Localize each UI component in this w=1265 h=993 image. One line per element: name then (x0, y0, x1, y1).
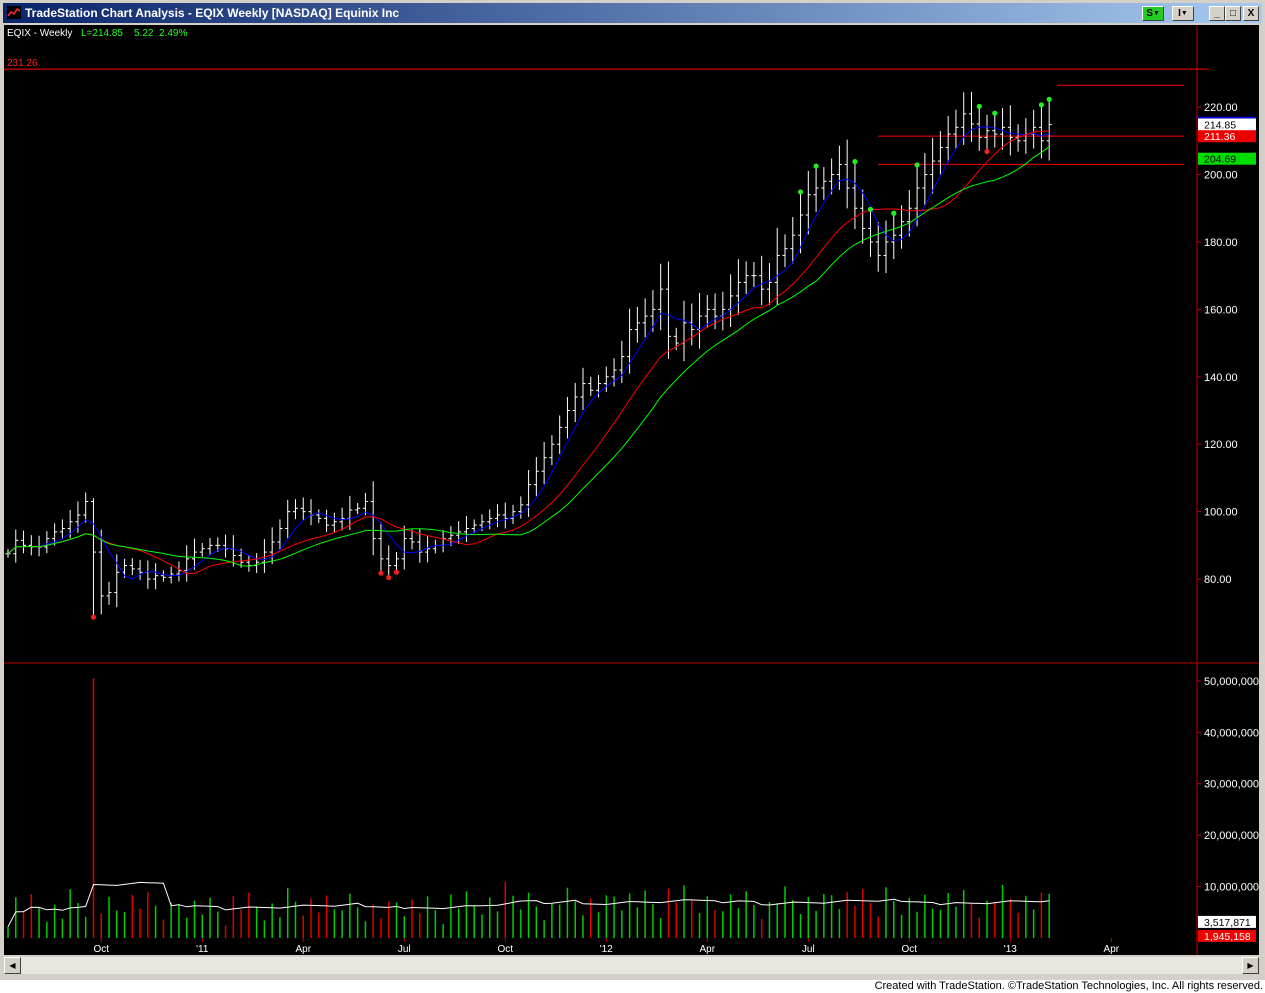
close-button[interactable]: X (1243, 6, 1259, 21)
top-line-label: 231.26 (7, 58, 38, 69)
copyright-footer: Created with TradeStation. ©TradeStation… (874, 980, 1263, 992)
x-axis-label: '11 (196, 944, 209, 955)
price-tick-label: 100.00 (1204, 507, 1238, 519)
volume-average-label: 3,517,871 (1204, 917, 1251, 929)
x-axis-label: Apr (1104, 944, 1120, 955)
swing-low-dot (984, 148, 990, 155)
x-axis-label: Apr (700, 944, 716, 955)
x-axis-label: Oct (93, 944, 109, 955)
volume-tick-label: 40,000,000 (1204, 727, 1259, 739)
swing-high-dot (813, 163, 819, 169)
i-button[interactable]: I ▼ (1172, 6, 1194, 21)
change-label: 5.22 (134, 28, 154, 39)
minimize-icon: _ (1214, 8, 1220, 19)
x-axis-label: Jul (398, 944, 411, 955)
x-axis-label: '13 (1004, 944, 1017, 955)
title-bar[interactable]: TradeStation Chart Analysis - EQIX Weekl… (3, 3, 1262, 23)
swing-high-dot (1038, 102, 1045, 108)
last-price-label: L=214.85 (81, 28, 123, 39)
swing-high-dot (852, 159, 858, 165)
minimize-button[interactable]: _ (1209, 6, 1225, 21)
horizontal-scrollbar[interactable]: ◀ ▶ (4, 957, 1259, 974)
x-axis-label: Jul (802, 944, 815, 955)
price-tick-label: 140.00 (1204, 372, 1238, 384)
x-axis-label: '12 (600, 944, 613, 955)
scroll-left-icon[interactable]: ◀ (4, 957, 21, 974)
price-tick-label: 180.00 (1204, 237, 1238, 249)
swing-high-dot (867, 206, 874, 212)
s-button-label: S (1146, 8, 1153, 19)
symbol-label: EQIX - Weekly (7, 28, 72, 39)
close-icon: X (1247, 8, 1255, 19)
x-axis-label: Oct (902, 944, 918, 955)
swing-high-dot (992, 110, 998, 116)
volume-tick-label: 20,000,000 (1204, 830, 1259, 842)
maximize-icon: □ (1229, 8, 1237, 19)
x-axis-label: Apr (295, 944, 311, 955)
volume-tick-label: 10,000,000 (1204, 882, 1259, 894)
s-button[interactable]: S ▼ (1142, 6, 1164, 21)
price-tick-label: 160.00 (1204, 304, 1238, 316)
last-price-label: 214.85 (1204, 119, 1236, 131)
swing-high-dot (976, 103, 982, 110)
red-ma-label: 211.36 (1204, 131, 1235, 143)
percent-change-label: 2.49% (159, 28, 187, 39)
swing-low-dot (393, 569, 400, 575)
swing-low-dot (378, 570, 384, 576)
swing-low-dot (90, 614, 97, 620)
x-axis-label: Oct (497, 944, 513, 955)
price-tick-label: 220.00 (1204, 102, 1238, 114)
price-volume-chart[interactable]: EQIX - Weekly L=214.85 5.22 2.49% 231.26… (4, 25, 1259, 955)
price-tick-label: 120.00 (1204, 439, 1238, 451)
tradestation-icon (7, 6, 21, 19)
volume-tick-label: 30,000,000 (1204, 779, 1259, 791)
swing-high-dot (914, 162, 920, 168)
swing-low-dot (386, 575, 392, 581)
chart-area[interactable]: EQIX - Weekly L=214.85 5.22 2.49% 231.26… (4, 25, 1259, 955)
volume-tick-label: 50,000,000 (1204, 676, 1259, 688)
scroll-right-icon[interactable]: ▶ (1242, 957, 1259, 974)
maximize-button[interactable]: □ (1225, 6, 1241, 21)
swing-high-dot (891, 210, 897, 216)
volume-last-label: 1,945,158 (1204, 931, 1251, 943)
swing-high-dot (1046, 96, 1052, 102)
price-tick-label: 80.00 (1204, 574, 1232, 586)
price-tick-label: 200.00 (1204, 170, 1238, 182)
window-title: TradeStation Chart Analysis - EQIX Weekl… (25, 6, 400, 20)
green-ma-label: 204.69 (1204, 154, 1236, 166)
chart-window: TradeStation Chart Analysis - EQIX Weekl… (0, 0, 1265, 980)
swing-high-dot (797, 189, 804, 195)
